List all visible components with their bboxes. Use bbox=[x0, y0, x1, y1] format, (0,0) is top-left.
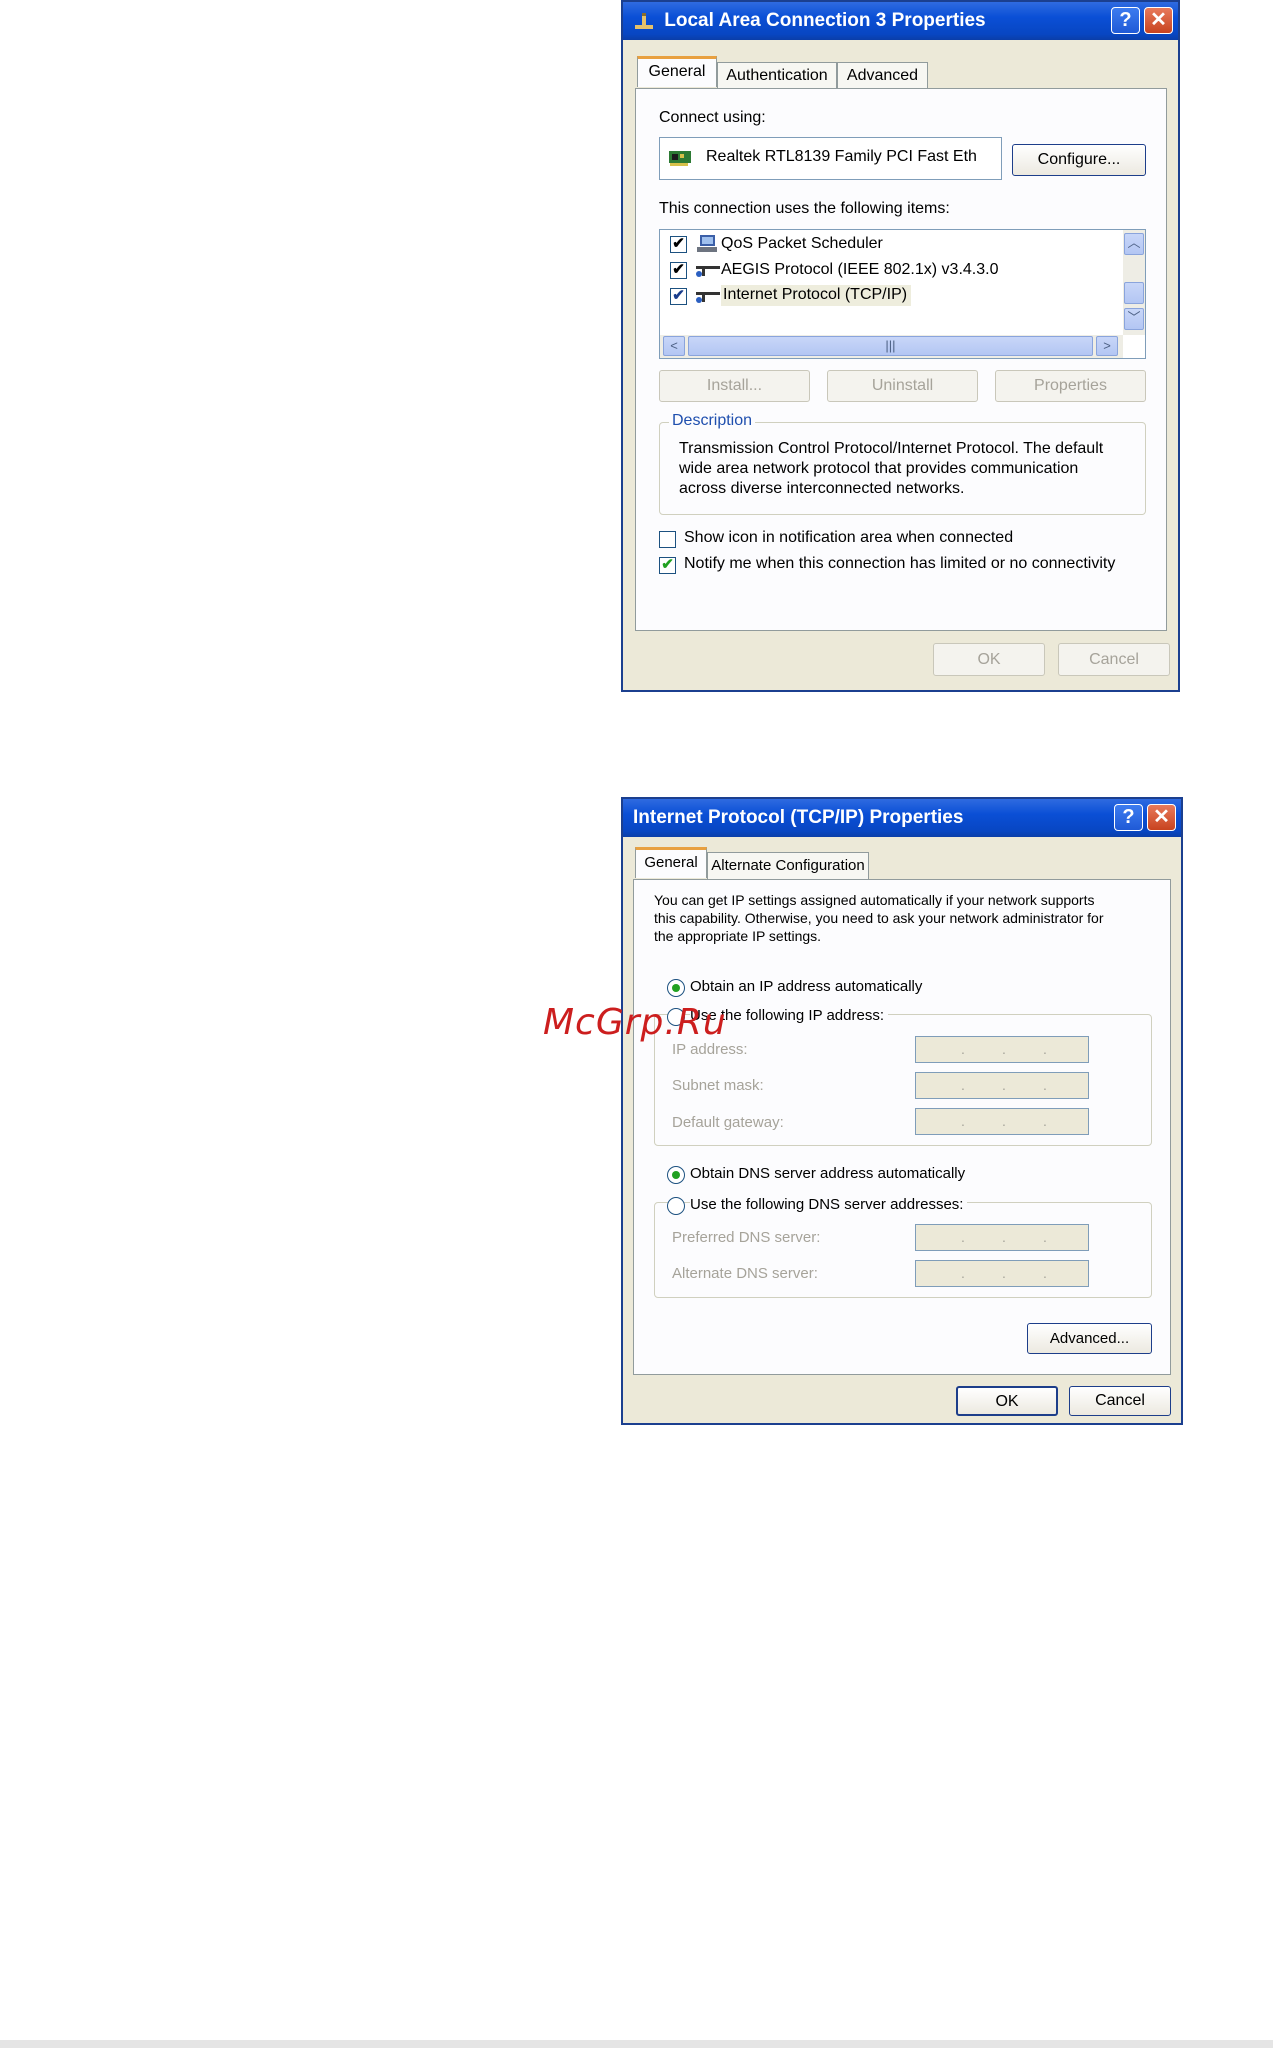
item-checkbox[interactable]: ✔ bbox=[670, 288, 687, 305]
tcpip-properties-dialog: Internet Protocol (TCP/IP) Properties ? … bbox=[621, 797, 1183, 1425]
properties-button[interactable]: Properties bbox=[995, 370, 1146, 402]
ip-address-field[interactable]: ... bbox=[915, 1036, 1089, 1063]
item-checkbox[interactable]: ✔ bbox=[670, 236, 687, 253]
close-icon: ✕ bbox=[1150, 9, 1167, 31]
ip-dot: . bbox=[1043, 1077, 1047, 1093]
scroll-right-button[interactable]: > bbox=[1096, 336, 1118, 356]
help-icon: ? bbox=[1122, 806, 1135, 828]
cancel-button[interactable]: Cancel bbox=[1058, 643, 1170, 676]
ip-dot: . bbox=[1002, 1113, 1006, 1129]
tab-alternate-configuration[interactable]: Alternate Configuration bbox=[707, 852, 869, 879]
advanced-button[interactable]: Advanced... bbox=[1027, 1323, 1152, 1354]
gateway-label: Default gateway: bbox=[672, 1114, 784, 1131]
obtain-dns-radio[interactable] bbox=[667, 1166, 685, 1184]
obtain-ip-radio[interactable] bbox=[667, 979, 685, 997]
computer-icon bbox=[697, 235, 717, 252]
subnet-label: Subnet mask: bbox=[672, 1077, 764, 1094]
scroll-thumb[interactable] bbox=[1124, 282, 1144, 304]
dialog-title: Internet Protocol (TCP/IP) Properties bbox=[633, 807, 964, 828]
notify-checkbox[interactable]: ✔ bbox=[659, 557, 676, 574]
help-button[interactable]: ? bbox=[1111, 7, 1140, 34]
description-line: wide area network protocol that provides… bbox=[679, 460, 1079, 477]
protocol-icon bbox=[696, 292, 720, 303]
ip-dot: . bbox=[961, 1113, 965, 1129]
alternate-dns-label: Alternate DNS server: bbox=[672, 1265, 818, 1282]
adapter-name: Realtek RTL8139 Family PCI Fast Eth bbox=[706, 148, 977, 165]
preferred-dns-label: Preferred DNS server: bbox=[672, 1229, 821, 1246]
network-card-icon bbox=[669, 151, 691, 166]
obtain-ip-label: Obtain an IP address automatically bbox=[690, 978, 923, 995]
tab-general[interactable]: General bbox=[637, 56, 717, 87]
tab-general[interactable]: General bbox=[635, 847, 707, 878]
ip-dot: . bbox=[961, 1229, 965, 1245]
item-checkbox[interactable]: ✔ bbox=[670, 262, 687, 279]
scroll-thumb-horizontal[interactable]: ||| bbox=[688, 336, 1093, 356]
ip-dot: . bbox=[961, 1077, 965, 1093]
ip-address-label: IP address: bbox=[672, 1041, 748, 1058]
items-label: This connection uses the following items… bbox=[659, 200, 950, 217]
local-area-connection-dialog: Local Area Connection 3 Properties ? ✕ G… bbox=[621, 0, 1180, 692]
list-item: QoS Packet Scheduler bbox=[721, 235, 883, 252]
ok-button[interactable]: OK bbox=[933, 643, 1045, 676]
list-item: AEGIS Protocol (IEEE 802.1x) v3.4.3.0 bbox=[721, 261, 999, 278]
scroll-left-button[interactable]: < bbox=[663, 336, 685, 356]
dialog-title: Local Area Connection 3 Properties bbox=[664, 10, 986, 31]
scroll-down-button[interactable]: ﹀ bbox=[1124, 308, 1144, 330]
uninstall-button[interactable]: Uninstall bbox=[827, 370, 978, 402]
ip-dot: . bbox=[1043, 1229, 1047, 1245]
intro-line: You can get IP settings assigned automat… bbox=[654, 892, 1095, 908]
ip-dot: . bbox=[1002, 1041, 1006, 1057]
ip-dot: . bbox=[1043, 1041, 1047, 1057]
ip-dot: . bbox=[1043, 1265, 1047, 1281]
title-bar[interactable]: Internet Protocol (TCP/IP) Properties bbox=[623, 799, 1181, 837]
intro-line: this capability. Otherwise, you need to … bbox=[654, 910, 1104, 926]
close-button[interactable]: ✕ bbox=[1147, 804, 1176, 831]
connect-using-label: Connect using: bbox=[659, 109, 766, 126]
close-icon: ✕ bbox=[1153, 806, 1170, 828]
watermark: McGrp.Ru bbox=[543, 1002, 727, 1043]
notify-label: Notify me when this connection has limit… bbox=[684, 555, 1116, 572]
gateway-field[interactable]: ... bbox=[915, 1108, 1089, 1135]
tab-advanced[interactable]: Advanced bbox=[837, 62, 928, 89]
tab-authentication[interactable]: Authentication bbox=[717, 62, 837, 89]
show-icon-checkbox[interactable] bbox=[659, 531, 676, 548]
scroll-up-button[interactable]: ︿ bbox=[1124, 233, 1144, 255]
help-button[interactable]: ? bbox=[1114, 804, 1143, 831]
help-icon: ? bbox=[1119, 9, 1132, 31]
close-button[interactable]: ✕ bbox=[1144, 7, 1173, 34]
alternate-dns-field[interactable]: ... bbox=[915, 1260, 1089, 1287]
ip-dot: . bbox=[961, 1041, 965, 1057]
use-dns-label: Use the following DNS server addresses: bbox=[690, 1196, 968, 1213]
list-item-selected: Internet Protocol (TCP/IP) bbox=[721, 285, 912, 306]
show-icon-label: Show icon in notification area when conn… bbox=[684, 529, 1014, 546]
description-line: Transmission Control Protocol/Internet P… bbox=[679, 440, 1104, 457]
configure-button[interactable]: Configure... bbox=[1012, 144, 1146, 176]
cancel-button[interactable]: Cancel bbox=[1069, 1386, 1171, 1416]
description-line: across diverse interconnected networks. bbox=[679, 480, 965, 497]
obtain-dns-label: Obtain DNS server address automatically bbox=[690, 1165, 966, 1182]
protocol-icon bbox=[696, 266, 720, 277]
install-button[interactable]: Install... bbox=[659, 370, 810, 402]
intro-line: the appropriate IP settings. bbox=[654, 928, 822, 944]
ip-dot: . bbox=[1002, 1077, 1006, 1093]
ip-dot: . bbox=[1002, 1229, 1006, 1245]
use-dns-radio[interactable] bbox=[667, 1197, 685, 1215]
adapter-field: Realtek RTL8139 Family PCI Fast Eth bbox=[659, 137, 1002, 180]
ip-dot: . bbox=[1002, 1265, 1006, 1281]
preferred-dns-field[interactable]: ... bbox=[915, 1224, 1089, 1251]
ip-dot: . bbox=[961, 1265, 965, 1281]
description-title: Description bbox=[669, 412, 756, 430]
subnet-field[interactable]: ... bbox=[915, 1072, 1089, 1099]
ip-dot: . bbox=[1043, 1113, 1047, 1129]
network-icon bbox=[635, 13, 653, 29]
components-list[interactable]: ✔ QoS Packet Scheduler ✔ AEGIS Protocol … bbox=[659, 229, 1146, 359]
page-footer-bar bbox=[0, 2040, 1273, 2048]
ok-button[interactable]: OK bbox=[956, 1386, 1058, 1416]
title-bar[interactable]: Local Area Connection 3 Properties bbox=[623, 2, 1178, 40]
